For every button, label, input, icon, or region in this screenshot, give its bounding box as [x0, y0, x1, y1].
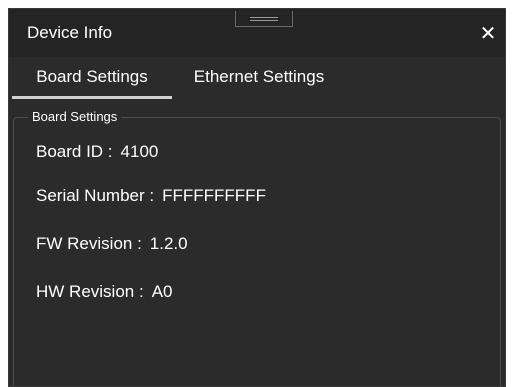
board-settings-group: Board Settings Board ID : 4100 Serial Num… — [13, 109, 501, 386]
field-label: FW Revision : — [36, 234, 142, 253]
group-title: Board Settings — [28, 109, 122, 124]
drag-handle-icon[interactable] — [235, 11, 293, 27]
serial-number-value: FFFFFFFFFF — [162, 186, 266, 205]
board-id-value: 4100 — [120, 142, 159, 161]
hw-revision-row: HW Revision : A0 — [36, 282, 172, 302]
field-label: Serial Number : — [36, 186, 155, 205]
tab-ethernet-settings[interactable]: Ethernet Settings — [177, 57, 341, 99]
hw-revision-value: A0 — [151, 282, 173, 301]
field-label: Board ID : — [36, 142, 113, 161]
tab-label: Ethernet Settings — [193, 67, 325, 86]
close-button[interactable]: ✕ — [477, 23, 499, 45]
dialog-title: Device Info — [27, 23, 113, 42]
tab-bar: Board Settings Ethernet Settings — [9, 57, 505, 99]
fw-revision-value: 1.2.0 — [149, 234, 188, 253]
close-icon: ✕ — [479, 23, 497, 45]
fw-revision-row: FW Revision : 1.2.0 — [36, 234, 188, 254]
tab-label: Board Settings — [36, 67, 148, 86]
field-label: HW Revision : — [36, 282, 144, 301]
serial-number-row: Serial Number : FFFFFFFFFF — [36, 186, 266, 206]
tab-board-settings[interactable]: Board Settings — [12, 57, 172, 99]
device-info-dialog: Device Info ✕ Board Settings Ethernet Se… — [8, 8, 506, 387]
title-bar[interactable]: Device Info ✕ — [9, 9, 505, 57]
board-id-row: Board ID : 4100 — [36, 142, 158, 162]
